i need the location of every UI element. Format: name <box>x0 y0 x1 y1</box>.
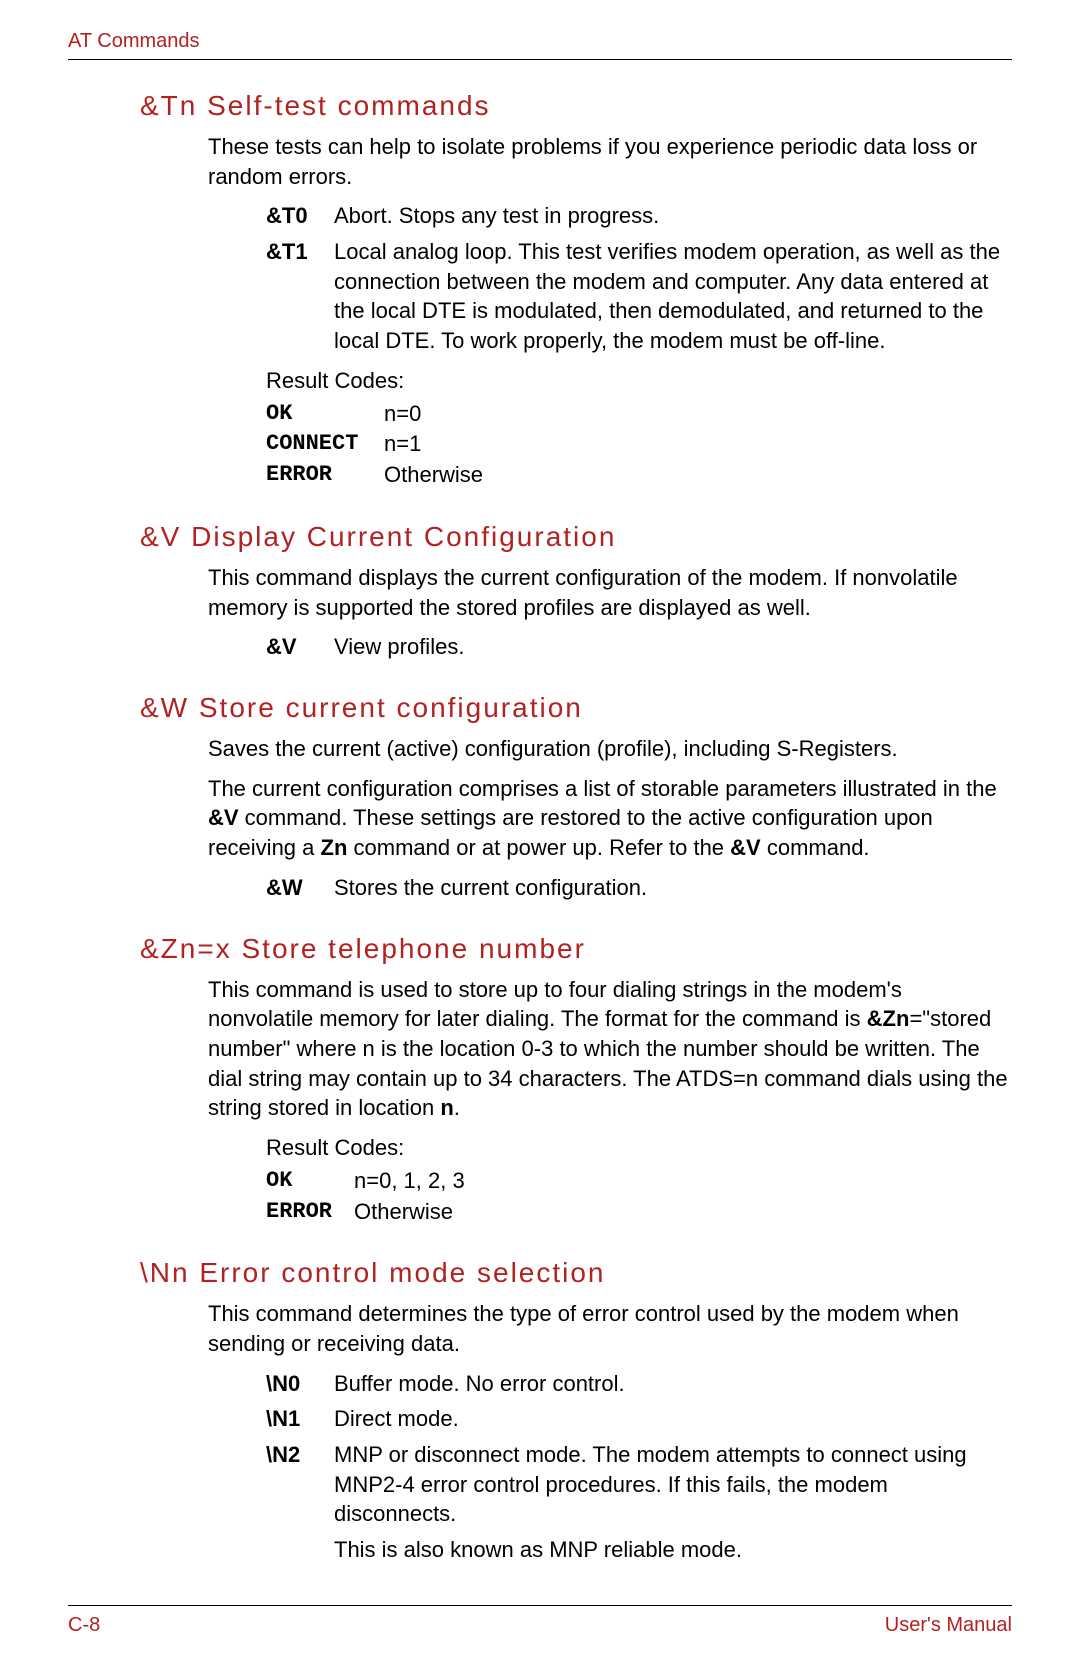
zn-p-b1: &Zn <box>867 1006 910 1031</box>
w-term-0: &W <box>266 873 334 903</box>
w-p2-b2: Zn <box>321 835 348 860</box>
w-p2-mid2: command or at power up. Refer to the <box>347 835 730 860</box>
zn-results: Result Codes: OK n=0, 1, 2, 3 ERROR Othe… <box>266 1133 1012 1227</box>
nn-item-2: \N2 MNP or disconnect mode. The modem at… <box>266 1440 1012 1529</box>
tn-result-label: Result Codes: <box>266 366 1012 397</box>
nn-term-1: \N1 <box>266 1404 334 1434</box>
tn-term-0: &T0 <box>266 201 334 231</box>
nn-desc-2: MNP or disconnect mode. The modem attemp… <box>334 1440 1012 1529</box>
v-item-0: &V View profiles. <box>266 632 1012 662</box>
tn-desc-1: Local analog loop. This test verifies mo… <box>334 237 1012 356</box>
footer-doc: User's Manual <box>885 1614 1012 1637</box>
v-term-0: &V <box>266 632 334 662</box>
nn-term-2: \N2 <box>266 1440 334 1529</box>
zn-result-label: Result Codes: <box>266 1133 1012 1164</box>
w-p2-pre: The current configuration comprises a li… <box>208 776 997 801</box>
nn-item-1: \N1 Direct mode. <box>266 1404 1012 1434</box>
heading-zn: &Zn=x Store telephone number <box>140 933 1012 965</box>
nn-tail-text: This is also known as MNP reliable mode. <box>334 1535 1012 1565</box>
w-p2-end: command. <box>761 835 870 860</box>
zn-para: This command is used to store up to four… <box>208 975 1012 1123</box>
page-footer: C-8 User's Manual <box>68 1605 1012 1637</box>
w-para2: The current configuration comprises a li… <box>208 774 1012 863</box>
tn-intro: These tests can help to isolate problems… <box>208 132 1012 191</box>
tn-item-0: &T0 Abort. Stops any test in progress. <box>266 201 1012 231</box>
zn-p-pre: This command is used to store up to four… <box>208 977 902 1032</box>
zn-result-code-0: OK <box>266 1166 354 1197</box>
nn-tail: This is also known as MNP reliable mode. <box>266 1535 1012 1565</box>
zn-result-code-1: ERROR <box>266 1197 354 1228</box>
tn-result-code-2: ERROR <box>266 460 384 491</box>
nn-desc-0: Buffer mode. No error control. <box>334 1369 1012 1399</box>
nn-tail-spacer <box>266 1535 334 1565</box>
tn-result-code-0: OK <box>266 399 384 430</box>
tn-result-0: OK n=0 <box>266 399 1012 430</box>
zn-result-1: ERROR Otherwise <box>266 1197 1012 1228</box>
nn-term-0: \N0 <box>266 1369 334 1399</box>
heading-w: &W Store current configuration <box>140 692 1012 724</box>
zn-p-end: . <box>454 1095 460 1120</box>
tn-item-1: &T1 Local analog loop. This test verifie… <box>266 237 1012 356</box>
tn-result-code-1: CONNECT <box>266 429 384 460</box>
v-intro: This command displays the current config… <box>208 563 1012 622</box>
tn-term-1: &T1 <box>266 237 334 356</box>
zn-result-val-0: n=0, 1, 2, 3 <box>354 1166 465 1197</box>
w-p2-b3: &V <box>730 835 761 860</box>
page: AT Commands &Tn Self-test commands These… <box>0 0 1080 1667</box>
zn-p-b2: n <box>440 1095 453 1120</box>
tn-results: Result Codes: OK n=0 CONNECT n=1 ERROR O… <box>266 366 1012 491</box>
w-p2-b1: &V <box>208 805 239 830</box>
nn-desc-1: Direct mode. <box>334 1404 1012 1434</box>
w-item-0: &W Stores the current configuration. <box>266 873 1012 903</box>
w-desc-0: Stores the current configuration. <box>334 873 1012 903</box>
heading-nn: \Nn Error control mode selection <box>140 1257 1012 1289</box>
w-intro: Saves the current (active) configuration… <box>208 734 1012 764</box>
footer-page: C-8 <box>68 1614 100 1637</box>
heading-v: &V Display Current Configuration <box>140 521 1012 553</box>
page-header: AT Commands <box>68 30 1012 60</box>
tn-result-val-2: Otherwise <box>384 460 483 491</box>
header-title: AT Commands <box>68 30 200 52</box>
zn-result-0: OK n=0, 1, 2, 3 <box>266 1166 1012 1197</box>
v-desc-0: View profiles. <box>334 632 1012 662</box>
nn-item-0: \N0 Buffer mode. No error control. <box>266 1369 1012 1399</box>
tn-result-2: ERROR Otherwise <box>266 460 1012 491</box>
zn-result-val-1: Otherwise <box>354 1197 453 1228</box>
tn-result-val-0: n=0 <box>384 399 421 430</box>
nn-intro: This command determines the type of erro… <box>208 1299 1012 1358</box>
heading-tn: &Tn Self-test commands <box>140 90 1012 122</box>
tn-result-1: CONNECT n=1 <box>266 429 1012 460</box>
tn-result-val-1: n=1 <box>384 429 421 460</box>
tn-desc-0: Abort. Stops any test in progress. <box>334 201 1012 231</box>
